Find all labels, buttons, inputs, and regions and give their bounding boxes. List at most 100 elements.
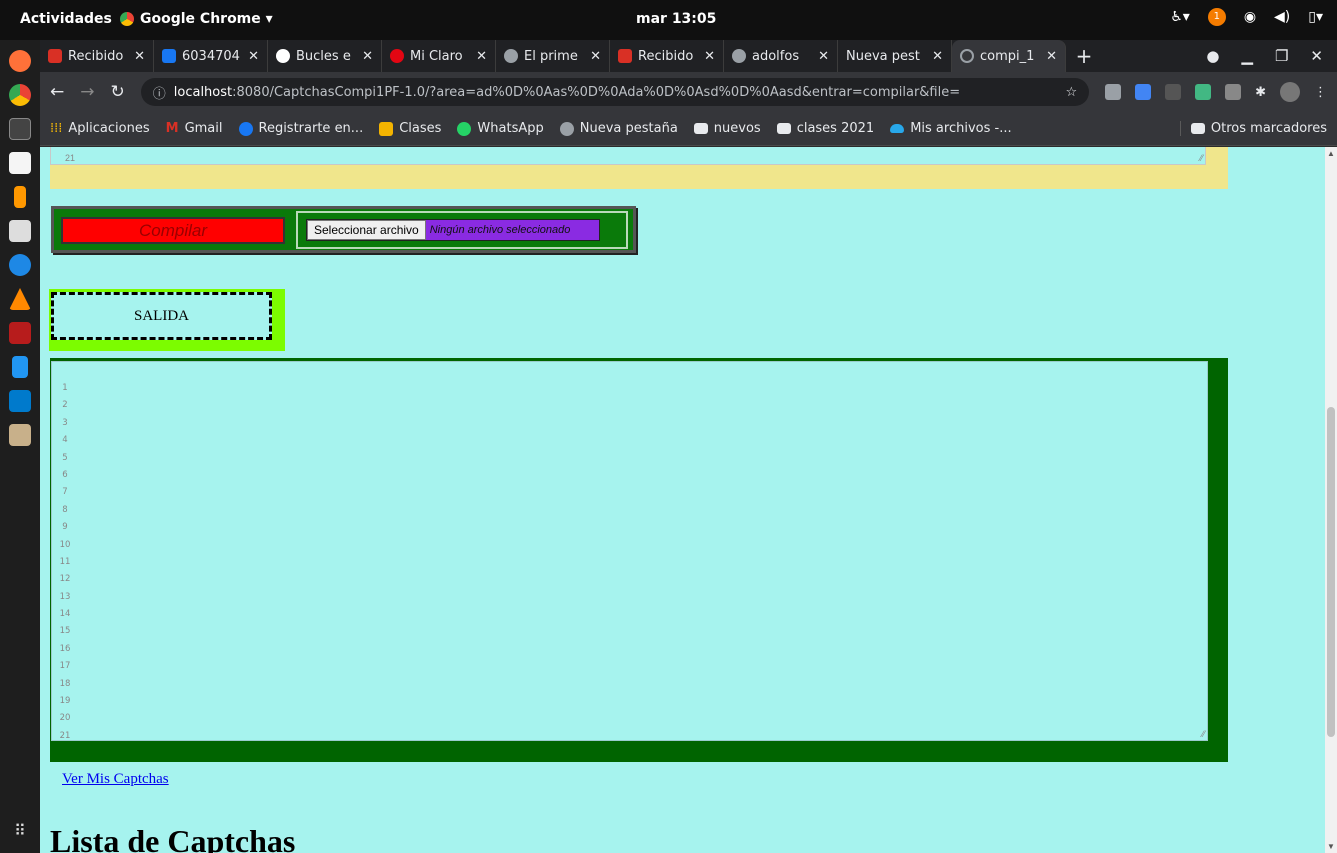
bookmark-nueva-pestana[interactable]: Nueva pestaña — [559, 121, 678, 136]
clock[interactable]: mar 13:05 — [636, 11, 716, 27]
pdf-reader-icon[interactable] — [9, 322, 31, 344]
puzzle-icon[interactable]: ✱ — [1255, 85, 1266, 100]
bookmark-apps[interactable]: ⁞⁞⁞ Aplicaciones — [50, 121, 150, 136]
vue-devtools-icon[interactable] — [1195, 84, 1212, 100]
close-tab-icon[interactable]: ✕ — [932, 49, 943, 64]
restore-icon[interactable]: ❐ — [1275, 47, 1288, 65]
tab[interactable]: Recibido ✕ — [40, 40, 154, 72]
line-number: 14 — [59, 609, 71, 620]
wifi-icon[interactable]: ◉ — [1244, 9, 1256, 25]
line-number: 7 — [62, 487, 68, 498]
bookmark-star-icon[interactable]: ☆ — [1065, 85, 1077, 100]
bookmark-other-folder[interactable]: Otros marcadores — [1179, 121, 1327, 136]
extension-icon[interactable] — [1105, 84, 1122, 100]
menu-icon[interactable]: ⋮ — [1314, 85, 1327, 100]
tab[interactable]: Bucles e ✕ — [268, 40, 382, 72]
bookmark-facebook[interactable]: Registrarte en... — [238, 121, 363, 136]
bookmark-clases[interactable]: Clases — [379, 121, 441, 136]
sublime-icon[interactable] — [14, 186, 26, 208]
bookmark-whatsapp[interactable]: WhatsApp — [457, 121, 544, 136]
tab[interactable]: adolfos ✕ — [724, 40, 838, 72]
tab[interactable]: El prime ✕ — [496, 40, 610, 72]
new-tab-button[interactable]: + — [1066, 40, 1102, 72]
close-tab-icon[interactable]: ✕ — [134, 49, 145, 64]
tab[interactable]: 6034704 ✕ — [154, 40, 268, 72]
bookmark-label: Gmail — [184, 121, 223, 136]
notification-icon[interactable]: 1 — [1207, 8, 1226, 26]
accessibility-icon[interactable]: ♿▾ — [1170, 9, 1190, 25]
bookmark-folder-nuevos[interactable]: nuevos — [693, 121, 761, 136]
file-input-cell: Seleccionar archivo Ningún archivo selec… — [296, 211, 628, 249]
bookmark-mis-archivos[interactable]: Mis archivos -... — [890, 121, 1012, 136]
input-textarea[interactable]: 21 ⁄⁄ — [50, 147, 1206, 165]
system-tray[interactable]: ♿▾ 1 ◉ ◀) ▯▾ — [1170, 8, 1323, 26]
vlc-icon[interactable] — [9, 288, 31, 310]
forward-icon[interactable]: → — [80, 82, 94, 102]
url-path: :8080/CaptchasCompi1PF-1.0/?area=ad%0D%0… — [232, 84, 961, 100]
back-icon[interactable]: ← — [50, 82, 64, 102]
files-icon[interactable] — [9, 220, 31, 242]
minimize-icon[interactable]: ▁ — [1241, 47, 1253, 65]
scrollbar-thumb[interactable] — [1327, 407, 1335, 737]
vd-icon[interactable] — [1225, 84, 1242, 100]
show-apps-icon[interactable]: ⠿ — [14, 821, 26, 841]
chrome-icon — [120, 12, 134, 26]
bookmark-folder-clases-2021[interactable]: clases 2021 — [776, 121, 874, 136]
bookmark-gmail[interactable]: M Gmail — [166, 121, 223, 136]
activities-button[interactable]: Actividades — [20, 11, 112, 27]
translate-icon[interactable] — [1135, 84, 1152, 100]
page-scrollbar[interactable]: ▲ ▼ — [1325, 147, 1337, 853]
battery-icon[interactable]: ▯▾ — [1308, 9, 1323, 25]
tab-label: 6034704 — [182, 48, 240, 64]
apps-icon: ⁞⁞⁞ — [50, 121, 63, 136]
close-tab-icon[interactable]: ✕ — [1046, 49, 1057, 64]
facebook-icon — [162, 49, 176, 63]
firefox-icon[interactable] — [9, 50, 31, 72]
virtualbox-icon[interactable] — [9, 254, 31, 276]
chrome-dock-icon[interactable] — [9, 84, 31, 106]
app-icon[interactable] — [9, 424, 31, 446]
compile-button[interactable]: Compilar — [61, 217, 285, 244]
dock: ⠿ — [0, 40, 40, 853]
folder-icon — [776, 123, 791, 134]
resize-grip-icon[interactable]: ⁄⁄ — [1200, 153, 1203, 163]
text-editor-icon[interactable] — [9, 152, 31, 174]
resize-grip-icon[interactable]: ⁄⁄ — [1202, 729, 1205, 739]
whatsapp-icon — [457, 121, 472, 136]
output-textarea[interactable]: 1 2 3 4 5 6 7 8 9 10 11 12 13 14 15 16 1… — [51, 361, 1208, 741]
tab-active[interactable]: compi_1 ✕ — [952, 40, 1066, 72]
tab-search-icon[interactable]: ● — [1206, 47, 1219, 65]
terminal-icon[interactable] — [9, 118, 31, 140]
salida-label: SALIDA — [51, 292, 272, 340]
profile-avatar[interactable] — [1280, 82, 1300, 102]
app-menu[interactable]: Google Chrome ▾ — [120, 11, 273, 27]
file-input[interactable]: Seleccionar archivo Ningún archivo selec… — [306, 219, 600, 241]
window-controls: ● ▁ ❐ ✕ — [1206, 40, 1337, 72]
tab[interactable]: Nueva pest ✕ — [838, 40, 952, 72]
scroll-down-icon[interactable]: ▼ — [1327, 842, 1335, 851]
address-bar[interactable]: ⓘ localhost:8080/CaptchasCompi1PF-1.0/?a… — [140, 78, 1090, 106]
volume-icon[interactable]: ◀) — [1274, 9, 1290, 25]
tab[interactable]: Mi Claro ✕ — [382, 40, 496, 72]
scroll-up-icon[interactable]: ▲ — [1327, 149, 1335, 158]
document-icon[interactable] — [12, 356, 28, 378]
close-window-icon[interactable]: ✕ — [1310, 47, 1323, 65]
view-captchas-link[interactable]: Ver Mis Captchas — [62, 771, 169, 788]
url-host: localhost — [173, 84, 233, 100]
system-top-bar: Actividades Google Chrome ▾ mar 13:05 ♿▾… — [0, 0, 1337, 40]
gmail-icon — [618, 49, 632, 63]
vscode-icon[interactable] — [9, 390, 31, 412]
close-tab-icon[interactable]: ✕ — [704, 49, 715, 64]
reload-icon[interactable]: ↻ — [111, 82, 125, 102]
close-tab-icon[interactable]: ✕ — [476, 49, 487, 64]
close-tab-icon[interactable]: ✕ — [590, 49, 601, 64]
bookmark-label: WhatsApp — [477, 121, 544, 136]
info-icon[interactable]: ⓘ — [153, 83, 166, 102]
github-icon — [732, 49, 746, 63]
close-tab-icon[interactable]: ✕ — [362, 49, 373, 64]
download-icon[interactable] — [1165, 84, 1182, 100]
choose-file-button[interactable]: Seleccionar archivo — [307, 220, 426, 240]
close-tab-icon[interactable]: ✕ — [818, 49, 829, 64]
tab[interactable]: Recibido ✕ — [610, 40, 724, 72]
close-tab-icon[interactable]: ✕ — [248, 49, 259, 64]
